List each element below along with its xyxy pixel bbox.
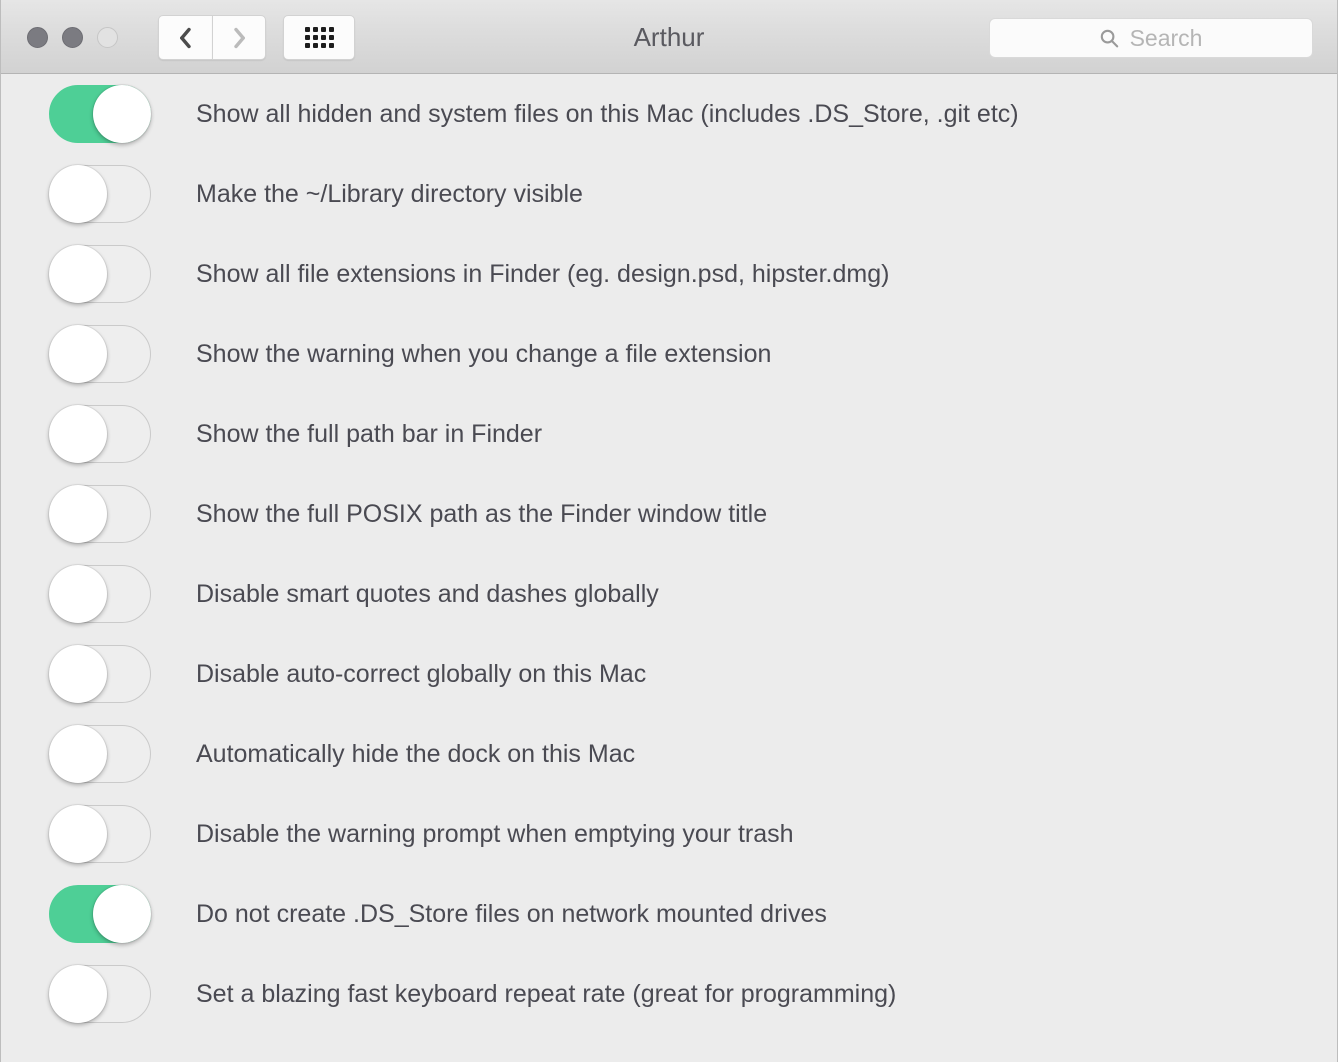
toggle-knob[interactable] [49,965,107,1023]
preference-toggle[interactable] [49,405,151,463]
grid-view-button[interactable] [283,15,355,60]
minimize-button[interactable] [62,27,83,48]
preference-label: Show the full path bar in Finder [196,419,543,448]
preference-row: Disable the warning prompt when emptying… [1,794,1337,874]
toggle-knob[interactable] [93,85,151,143]
preference-toggle[interactable] [49,725,151,783]
preference-toggle[interactable] [49,325,151,383]
search-placeholder: Search [1129,24,1203,51]
preference-label: Disable the warning prompt when emptying… [196,819,794,848]
preference-row: Show all hidden and system files on this… [1,74,1337,154]
preferences-list: Show all hidden and system files on this… [1,74,1337,1062]
chevron-right-icon [233,27,245,48]
close-button[interactable] [27,27,48,48]
toggle-knob[interactable] [49,565,107,623]
search-input[interactable]: Search [989,18,1313,58]
toggle-knob[interactable] [49,805,107,863]
preference-label: Show all file extensions in Finder (eg. … [196,259,890,288]
chevron-left-icon [180,27,191,48]
preference-label: Show the full POSIX path as the Finder w… [196,499,768,528]
toggle-knob[interactable] [49,245,107,303]
preference-label: Set a blazing fast keyboard repeat rate … [196,979,897,1008]
preference-toggle[interactable] [49,85,151,143]
toggle-knob[interactable] [49,725,107,783]
preference-toggle[interactable] [49,805,151,863]
toggle-knob[interactable] [49,485,107,543]
grid-view-icon [304,27,334,48]
preference-label: Disable auto-correct globally on this Ma… [196,659,647,688]
preference-label: Disable smart quotes and dashes globally [196,579,659,608]
preference-row: Show all file extensions in Finder (eg. … [1,234,1337,314]
preference-label: Do not create .DS_Store files on network… [196,899,827,928]
forward-button[interactable] [212,15,266,60]
preference-toggle[interactable] [49,245,151,303]
preference-label: Show all hidden and system files on this… [196,99,1019,128]
preference-row: Disable smart quotes and dashes globally [1,554,1337,634]
toggle-knob[interactable] [49,325,107,383]
preference-toggle[interactable] [49,565,151,623]
preference-label: Automatically hide the dock on this Mac [196,739,636,768]
preference-toggle[interactable] [49,965,151,1023]
toggle-knob[interactable] [49,645,107,703]
preference-toggle[interactable] [49,165,151,223]
search-icon [1100,29,1118,47]
preference-row: Set a blazing fast keyboard repeat rate … [1,954,1337,1034]
preference-row: Do not create .DS_Store files on network… [1,874,1337,954]
preference-row: Show the full POSIX path as the Finder w… [1,474,1337,554]
toggle-knob[interactable] [93,885,151,943]
zoom-button[interactable] [97,27,118,48]
toggle-knob[interactable] [49,405,107,463]
window-controls [27,27,118,48]
app-window: Arthur Search Show all hidden and system… [0,0,1338,1062]
toolbar-button-group [158,15,355,60]
preference-row: Make the ~/Library directory visible [1,154,1337,234]
preference-toggle[interactable] [49,885,151,943]
back-button[interactable] [158,15,212,60]
preference-toggle[interactable] [49,485,151,543]
toggle-knob[interactable] [49,165,107,223]
preference-label: Show the warning when you change a file … [196,339,772,368]
preference-row: Show the full path bar in Finder [1,394,1337,474]
preference-row: Show the warning when you change a file … [1,314,1337,394]
title-bar: Arthur Search [1,0,1337,74]
preference-row: Automatically hide the dock on this Mac [1,714,1337,794]
preference-toggle[interactable] [49,645,151,703]
preference-label: Make the ~/Library directory visible [196,179,583,208]
preference-row: Disable auto-correct globally on this Ma… [1,634,1337,714]
